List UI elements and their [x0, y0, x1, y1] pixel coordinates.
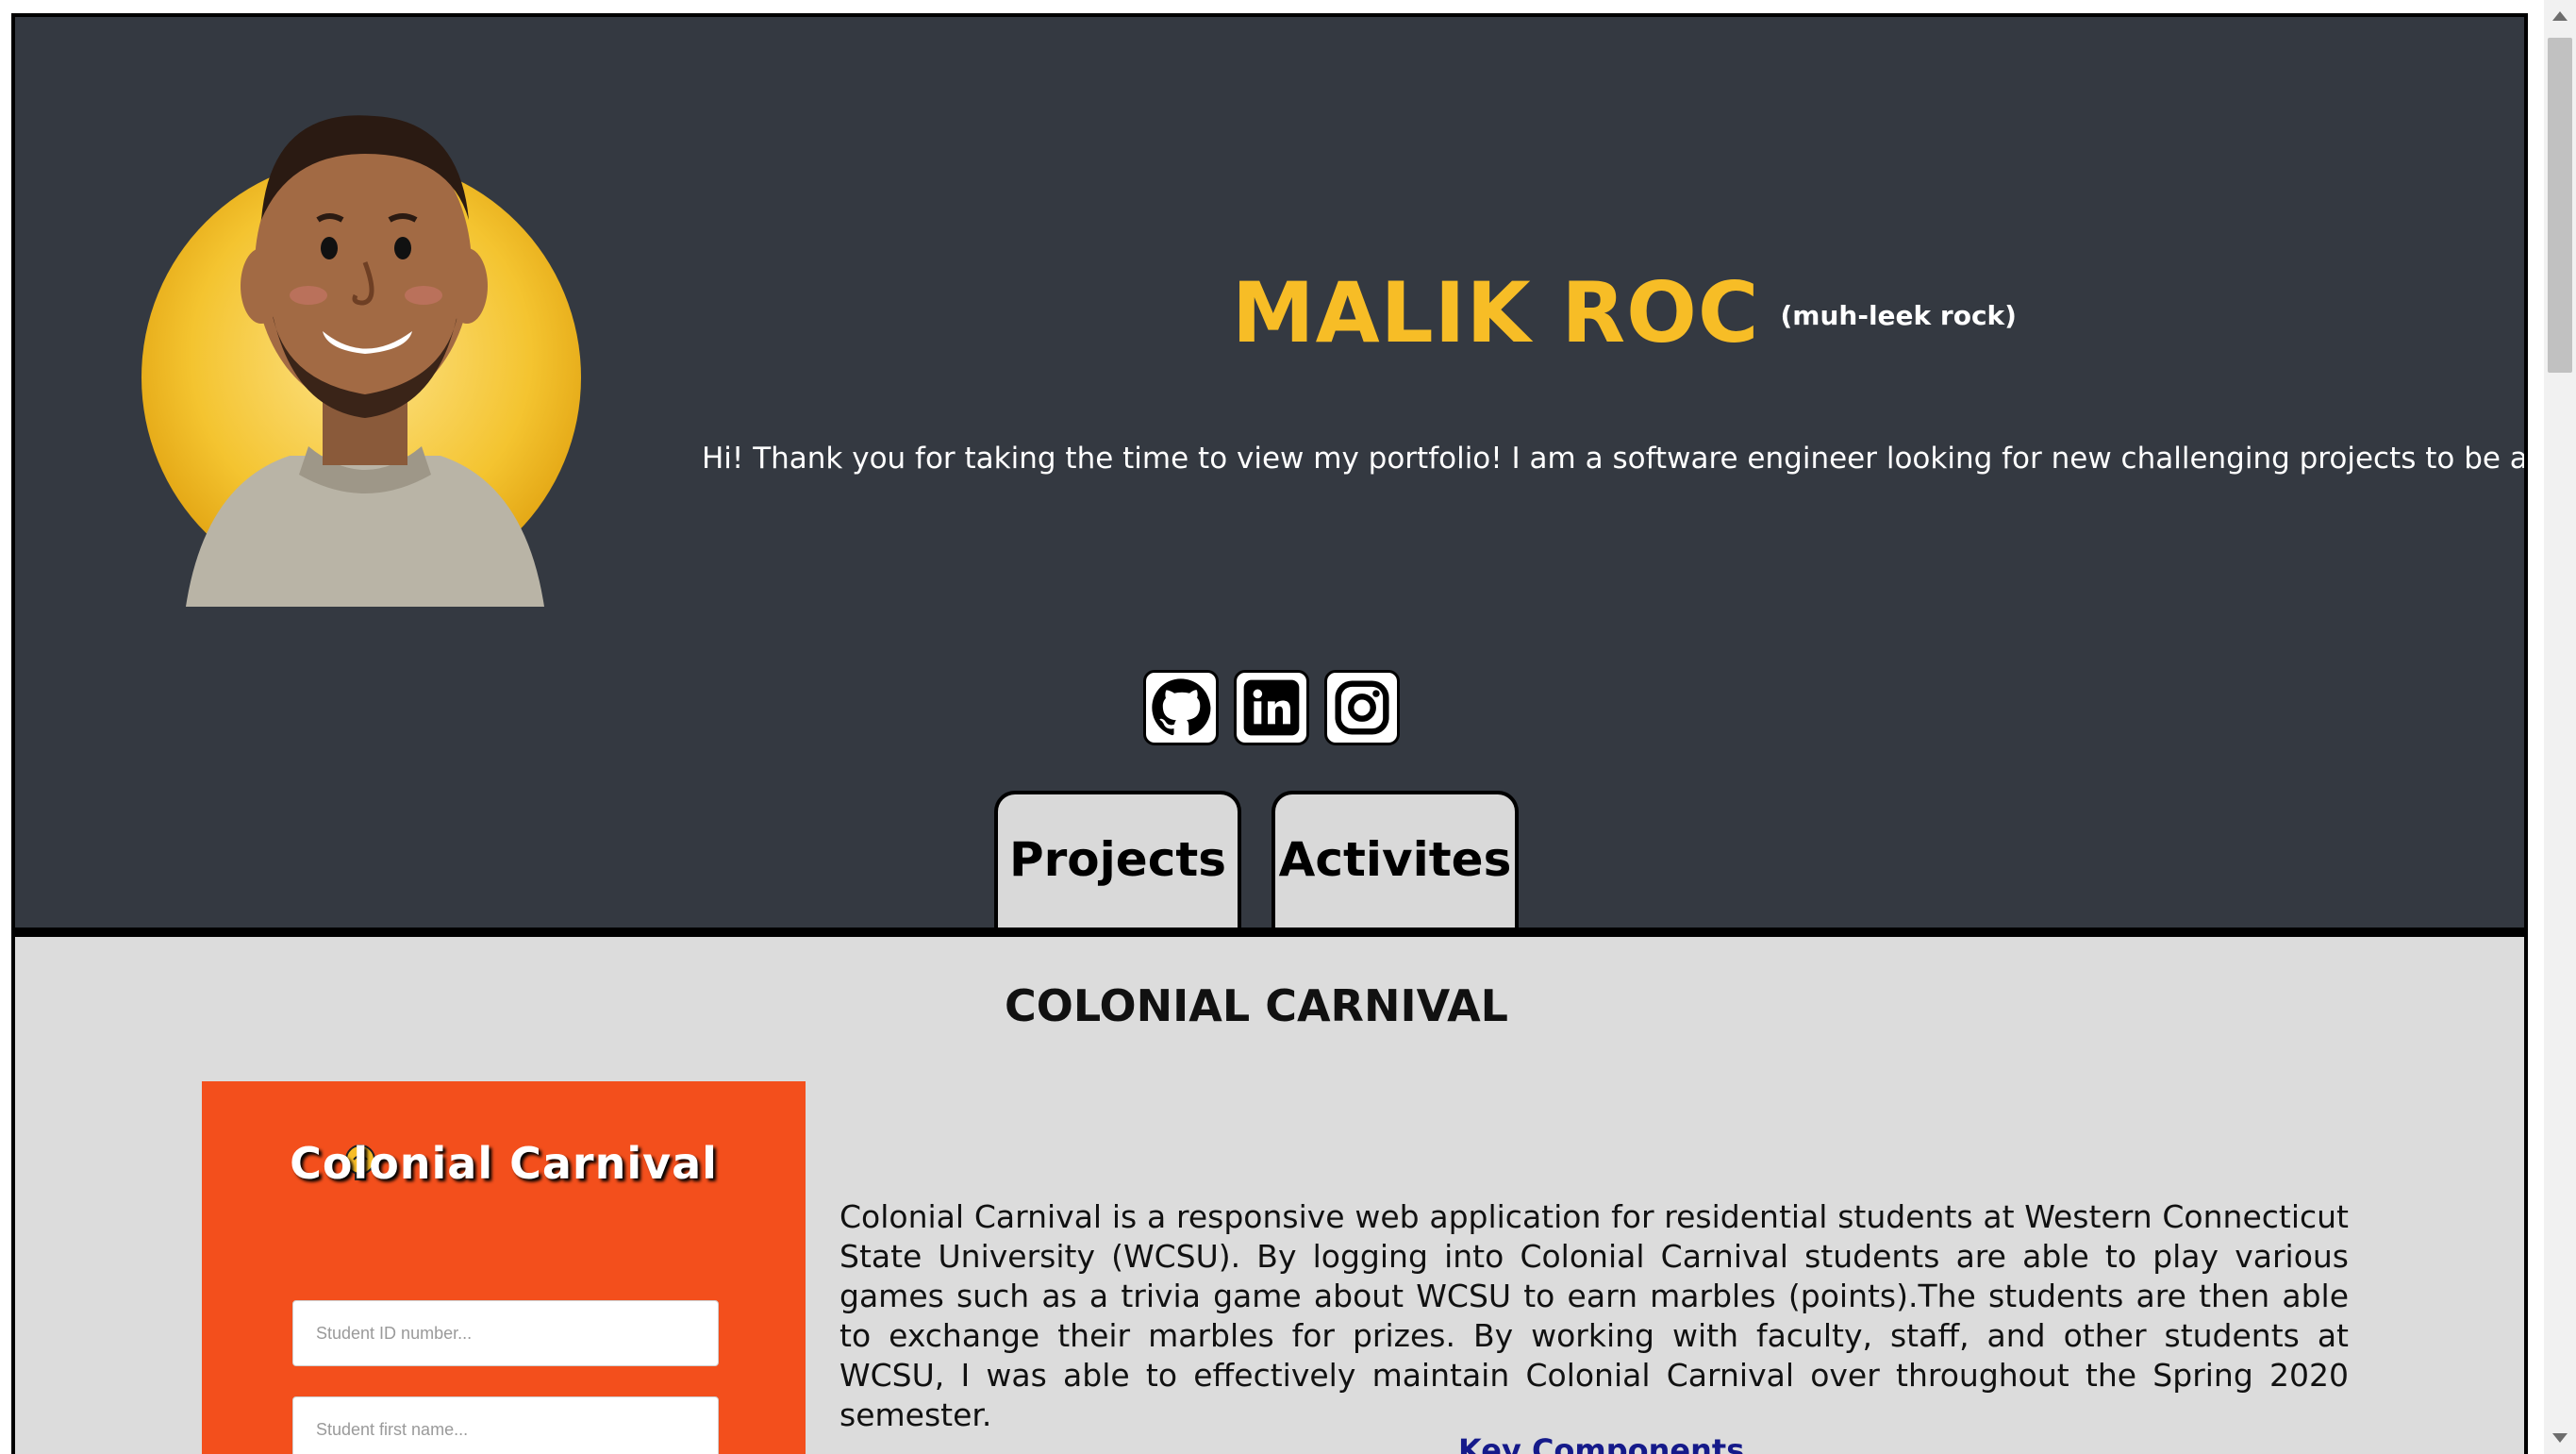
- student-id-field[interactable]: Student ID number...: [292, 1300, 719, 1366]
- header: MALIK ROC (muh-leek rock) Hi! Thank you f…: [15, 17, 2524, 928]
- page-frame: MALIK ROC (muh-leek rock) Hi! Thank you f…: [11, 13, 2528, 1454]
- projects-panel: COLONIAL CARNIVAL Colonial Carnival Stud…: [15, 937, 2524, 1454]
- key-components-link[interactable]: Key Components: [1458, 1432, 1744, 1454]
- section-divider: [15, 928, 2524, 937]
- github-link[interactable]: [1143, 670, 1219, 745]
- project-screenshot: Colonial Carnival Student ID number... S…: [202, 1081, 806, 1454]
- linkedin-link[interactable]: [1234, 670, 1309, 745]
- linkedin-icon: [1243, 679, 1300, 736]
- intro-text: Hi! Thank you for taking the time to vie…: [702, 442, 2528, 476]
- section-tabs: Projects Activites: [994, 791, 1519, 928]
- project-description: Colonial Carnival is a responsive web ap…: [839, 1198, 2349, 1433]
- instagram-icon: [1335, 680, 1389, 735]
- app-logo-text: Colonial Carnival: [290, 1138, 718, 1189]
- scroll-thumb[interactable]: [2548, 38, 2572, 373]
- name: MALIK ROC: [1232, 264, 1760, 361]
- avatar: [141, 115, 581, 607]
- pronunciation: (muh-leek rock): [1780, 300, 2017, 331]
- github-icon: [1152, 678, 1211, 736]
- instagram-link[interactable]: [1324, 670, 1400, 745]
- tab-activities[interactable]: Activites: [1271, 791, 1519, 928]
- social-links: [1143, 670, 1400, 745]
- scrollbar[interactable]: [2544, 0, 2576, 1454]
- tab-projects[interactable]: Projects: [994, 791, 1241, 928]
- scroll-up-icon[interactable]: [2552, 11, 2568, 21]
- name-heading: MALIK ROC (muh-leek rock): [1232, 264, 2017, 361]
- project-title: COLONIAL CARNIVAL: [15, 980, 2524, 1031]
- scroll-down-icon[interactable]: [2552, 1433, 2568, 1443]
- student-first-name-field[interactable]: Student first name...: [292, 1396, 719, 1454]
- project-title-text: COLONIAL CARNIVAL: [1005, 980, 1508, 1031]
